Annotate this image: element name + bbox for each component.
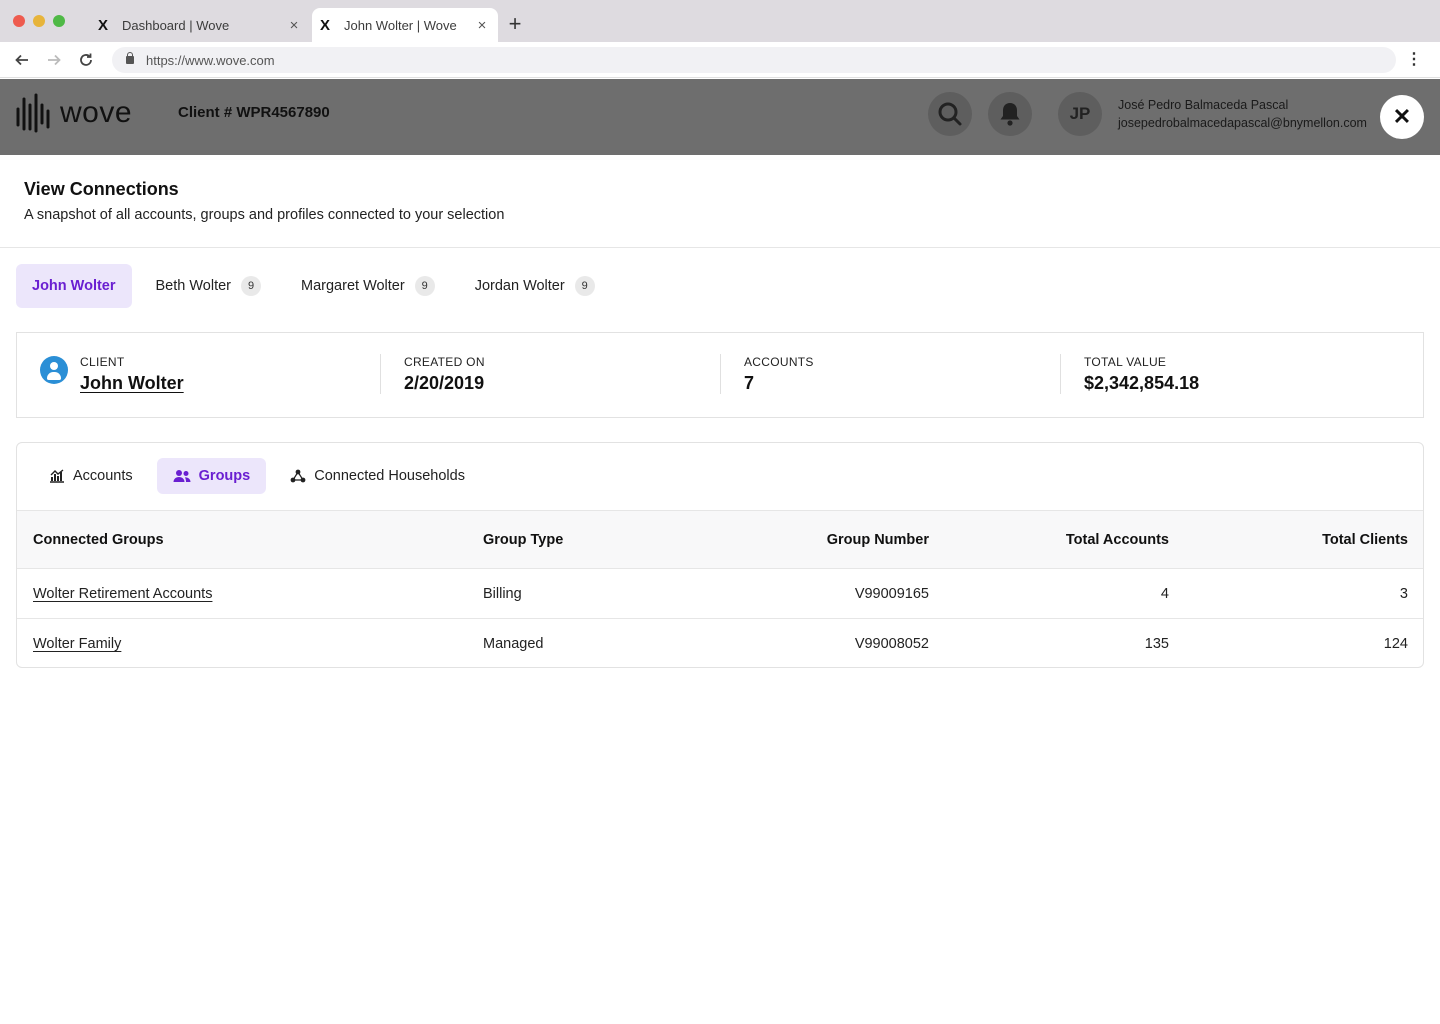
tab-connected-households[interactable]: Connected Households xyxy=(274,458,481,494)
total-clients: 3 xyxy=(1399,585,1408,602)
person-tab-label: John Wolter xyxy=(32,278,116,294)
back-arrow-icon[interactable] xyxy=(12,50,32,70)
group-name-link[interactable]: Wolter Retirement Accounts xyxy=(33,569,212,618)
client-name-link[interactable]: John Wolter xyxy=(80,373,184,394)
forward-arrow-icon[interactable] xyxy=(44,50,64,70)
summary-created-on: CREATED ON 2/20/2019 xyxy=(404,355,485,394)
total-accounts: 135 xyxy=(1144,636,1169,652)
logo-wordmark: wove xyxy=(60,96,133,129)
column-header[interactable]: Group Type xyxy=(483,511,563,568)
column-header[interactable]: Group Number xyxy=(827,511,929,568)
app-header: wove Client # WPR4567890 JP José Pedro B… xyxy=(0,79,1440,234)
tab-groups[interactable]: Groups xyxy=(156,458,267,494)
tab-label: Dashboard | Wove xyxy=(122,17,230,33)
divider xyxy=(380,354,381,394)
group-type: Billing xyxy=(483,585,522,602)
summary-value: 7 xyxy=(744,373,755,393)
client-number: Client # WPR4567890 xyxy=(178,104,330,121)
browser-menu-kebab-icon[interactable]: ⋮ xyxy=(1406,51,1422,69)
new-tab-plus-icon[interactable]: + xyxy=(505,12,525,36)
summary-label: CREATED ON xyxy=(404,355,485,369)
user-name: José Pedro Balmaceda Pascal xyxy=(1118,98,1289,112)
wove-logo-mark-icon xyxy=(16,93,50,133)
maximize-window-button[interactable] xyxy=(53,15,65,27)
search-button[interactable] xyxy=(928,92,972,136)
tab-label: John Wolter | Wove xyxy=(344,17,457,33)
view-tabs: Accounts Groups Connected Households xyxy=(33,458,489,494)
group-name-link[interactable]: Wolter Family xyxy=(33,619,121,667)
column-header[interactable]: Total Accounts xyxy=(1066,511,1169,568)
table-header: Connected Groups Group Type Group Number… xyxy=(17,510,1423,569)
total-clients: 124 xyxy=(1383,636,1408,652)
user-circle-icon xyxy=(40,356,68,384)
person-tab-label: Margaret Wolter xyxy=(301,278,405,294)
bell-icon xyxy=(1000,103,1020,126)
modal-title: View Connections xyxy=(24,179,179,199)
connections-panel: Accounts Groups Connected Households Con… xyxy=(16,442,1424,668)
lock-icon xyxy=(126,52,134,64)
group-number: V99008052 xyxy=(854,636,929,652)
close-modal-button[interactable]: ✕ xyxy=(1380,95,1424,139)
households-icon xyxy=(290,469,306,483)
user-email: josepedrobalmacedapascal@bnymellon.com xyxy=(1118,116,1367,130)
person-tab-jordan-wolter[interactable]: Jordan Wolter 9 xyxy=(459,264,611,308)
summary-value: $2,342,854.18 xyxy=(1084,373,1200,393)
tab-label: Accounts xyxy=(73,468,133,484)
summary-value: 2/20/2019 xyxy=(404,373,485,393)
reload-icon[interactable] xyxy=(76,50,96,70)
group-number: V99009165 xyxy=(854,585,929,602)
divider xyxy=(1060,354,1061,394)
tab-close-icon[interactable]: × xyxy=(472,17,492,34)
total-accounts: 4 xyxy=(1160,585,1169,602)
count-badge: 9 xyxy=(574,276,595,296)
summary-label: TOTAL VALUE xyxy=(1084,355,1167,369)
divider xyxy=(720,354,721,394)
group-type: Managed xyxy=(483,636,544,652)
browser-tab-john-wolter[interactable]: X John Wolter | Wove × xyxy=(312,8,498,42)
divider xyxy=(0,247,1440,248)
summary-client: CLIENT John Wolter xyxy=(80,355,184,394)
person-tab-label: Beth Wolter xyxy=(155,278,232,294)
close-icon: ✕ xyxy=(1392,104,1412,129)
summary-accounts: ACCOUNTS 7 xyxy=(744,355,814,394)
wove-logo[interactable]: wove xyxy=(16,91,132,135)
browser-address-bar: https://www.wove.com ⋮ xyxy=(0,42,1440,78)
notifications-button[interactable] xyxy=(988,92,1032,136)
browser-tab-dashboard[interactable]: X Dashboard | Wove × xyxy=(90,8,310,42)
minimize-window-button[interactable] xyxy=(33,15,45,27)
connected-groups-table: Connected Groups Group Type Group Number… xyxy=(17,510,1423,667)
count-badge: 9 xyxy=(414,276,435,296)
person-tab-john-wolter[interactable]: John Wolter xyxy=(16,264,132,308)
person-tab-margaret-wolter[interactable]: Margaret Wolter 9 xyxy=(285,264,451,308)
close-window-button[interactable] xyxy=(13,15,25,27)
tab-accounts[interactable]: Accounts xyxy=(33,458,149,494)
wove-favicon-icon: X xyxy=(98,16,109,34)
search-icon xyxy=(938,102,962,126)
view-connections-modal: View Connections A snapshot of all accou… xyxy=(0,155,1440,1024)
modal-subtitle: A snapshot of all accounts, groups and p… xyxy=(24,207,505,223)
column-header[interactable]: Total Clients xyxy=(1322,511,1408,568)
chart-icon xyxy=(50,469,64,483)
column-header[interactable]: Connected Groups xyxy=(33,511,164,568)
url-field[interactable]: https://www.wove.com xyxy=(112,47,1396,73)
table-row: Wolter Family Managed V99008052 135 124 xyxy=(17,619,1423,667)
browser-tab-bar: X Dashboard | Wove × X John Wolter | Wov… xyxy=(0,0,1440,42)
count-badge: 9 xyxy=(241,276,262,296)
table-row: Wolter Retirement Accounts Billing V9900… xyxy=(17,569,1423,619)
avatar[interactable]: JP xyxy=(1058,92,1102,136)
person-tab-label: Jordan Wolter xyxy=(474,278,565,294)
person-tabs: John Wolter Beth Wolter 9 Margaret Wolte… xyxy=(16,264,619,308)
users-icon xyxy=(173,470,191,482)
summary-label: CLIENT xyxy=(80,355,125,369)
summary-label: ACCOUNTS xyxy=(744,355,814,369)
person-tab-beth-wolter[interactable]: Beth Wolter 9 xyxy=(140,264,278,308)
tab-close-icon[interactable]: × xyxy=(284,17,304,34)
summary-total-value: TOTAL VALUE $2,342,854.18 xyxy=(1084,355,1199,394)
tab-label: Connected Households xyxy=(314,468,465,484)
tab-label: Groups xyxy=(198,468,251,484)
wove-favicon-icon: X xyxy=(320,16,331,34)
client-summary-card: CLIENT John Wolter CREATED ON 2/20/2019 … xyxy=(16,332,1424,418)
url-text: https://www.wove.com xyxy=(146,52,275,68)
